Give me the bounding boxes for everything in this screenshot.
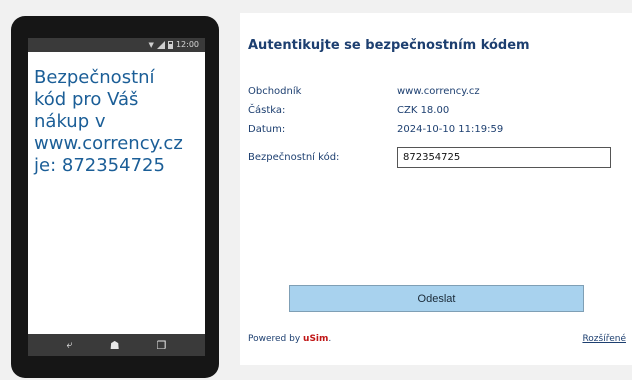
authentication-panel: Autentikujte se bezpečnostním kódem Obch… [240,13,632,365]
usim-brand: uSim [303,334,329,344]
amount-row: Částka: CZK 18.00 [248,101,449,119]
code-row: Bezpečnostní kód: [248,147,611,168]
recent-apps-icon[interactable]: ❐ [157,339,167,352]
date-row: Datum: 2024-10-10 11:19:59 [248,120,503,138]
powered-by-text: Powered by [248,334,304,344]
powered-by-dot: . [328,334,332,344]
submit-button[interactable]: Odeslat [289,285,584,312]
battery-icon [167,41,173,49]
sms-message: Bezpečnostní kód pro Váš nákup v www.cor… [34,67,183,176]
merchant-label: Obchodník [248,85,302,97]
amount-label: Částka: [248,104,286,116]
phone-screen: ▼ 12:00 Bezpečnostní kód pro Váš nákup v… [28,38,205,356]
code-label: Bezpečnostní kód: [248,152,340,163]
date-label: Datum: [248,123,286,135]
merchant-row: Obchodník www.corrency.cz [248,82,480,100]
date-value: 2024-10-10 11:19:59 [397,123,504,135]
wifi-icon: ▼ [148,41,154,49]
amount-value: CZK 18.00 [397,104,450,116]
merchant-value: www.corrency.cz [397,85,480,97]
signal-icon [156,41,165,49]
security-code-input[interactable] [397,147,611,168]
powered-by: Powered by uSim. [248,334,331,344]
home-icon[interactable]: ☗ [110,339,120,352]
advanced-link[interactable]: Rozšířené [582,334,626,344]
phone-device: ▼ 12:00 Bezpečnostní kód pro Váš nákup v… [11,16,219,378]
status-bar: ▼ 12:00 [28,38,205,52]
status-time: 12:00 [175,40,199,49]
back-icon[interactable]: ⤶ [67,338,73,352]
page-title: Autentikujte se bezpečnostním kódem [248,38,530,53]
phone-nav-bar: ⤶ ☗ ❐ [28,334,205,356]
